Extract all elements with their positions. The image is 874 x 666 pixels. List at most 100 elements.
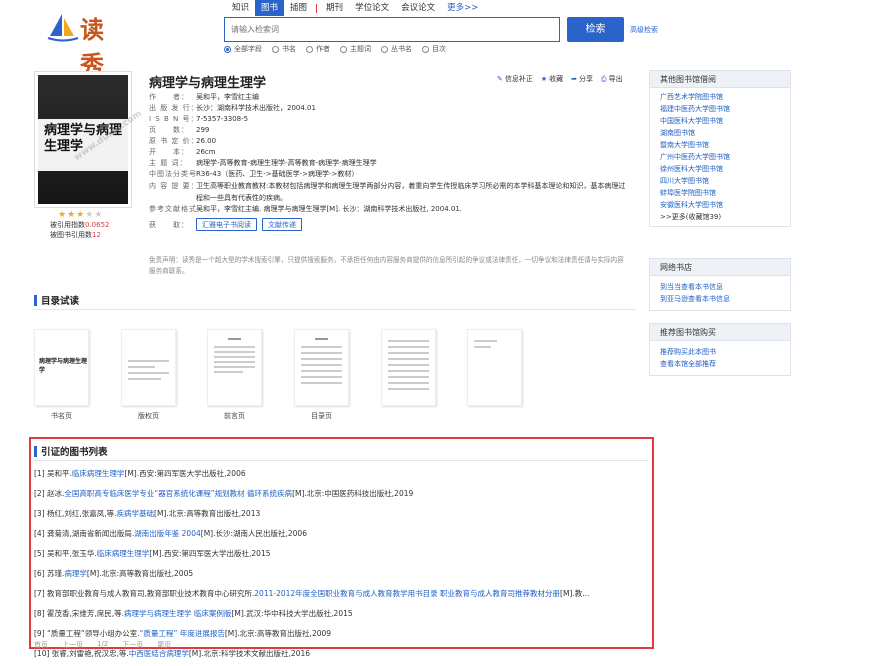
thumb-line [315, 338, 328, 340]
cited-book-title-link[interactable]: 2011-2012年度全国职业教育与成人教育教学用书目录 职业教育与成人教育司推… [254, 589, 560, 598]
prev-page-link[interactable]: 上一页 [62, 640, 83, 650]
thumb-line [301, 346, 342, 348]
library-link[interactable]: 福建中医药大学图书馆 [650, 103, 790, 115]
meta-label: 页 数： [149, 126, 189, 134]
export-button[interactable]: ⎙ 导出 [601, 74, 623, 84]
citation-index-value: 0.0652 [85, 221, 110, 229]
cited-book-title-link[interactable]: 中西医结合病理学 [129, 649, 189, 658]
library-link[interactable]: 安徽医科大学图书馆 [650, 199, 790, 211]
cited-book-title-link[interactable]: 临床病理生理学 [72, 469, 125, 478]
first-page-link[interactable]: 首页 [34, 640, 48, 650]
cited-book-item: [6] 苏瑾.病理学[M].北京:高等教育出版社,2005 [34, 566, 646, 586]
thumb-line [214, 361, 255, 363]
library-link[interactable]: 暨南大学图书馆 [650, 139, 790, 151]
thumb-line [301, 376, 342, 378]
toc-thumb-contents[interactable] [294, 329, 349, 406]
panel-heading: 网络书店 [650, 259, 790, 276]
thumb-line [214, 366, 255, 368]
meta-author: 作 者： 吴和平，李雪红主编 [149, 92, 629, 103]
toc-thumb-page6[interactable] [467, 329, 522, 406]
amazon-link[interactable]: 到亚马逊查看本书信息 [650, 293, 790, 305]
library-link[interactable]: 湖南图书馆 [650, 127, 790, 139]
toc-thumb-copyright[interactable] [121, 329, 176, 406]
rating-stars: ★ ★ ★ ★ ★ [58, 210, 102, 220]
search-button[interactable]: 检索 [567, 17, 624, 42]
recommend-buy-link[interactable]: 推荐购买此本图书 [650, 346, 790, 358]
search-input[interactable] [225, 18, 559, 41]
scope-author[interactable]: 作者 [306, 44, 330, 54]
edit-icon: ✎ [497, 75, 503, 83]
toc-thumb-title[interactable]: 病理学与病理生理学 [34, 329, 89, 406]
meta-format: 开 本： 26cm [149, 147, 629, 158]
cited-book-author: [7] 教育部职业教育与成人教育司,教育部职业技术教育中心研究所. [34, 589, 255, 598]
thumb-line [301, 364, 342, 366]
meta-value: 26cm [196, 148, 216, 156]
scope-series[interactable]: 丛书名 [381, 44, 412, 54]
dangdang-link[interactable]: 到当当查看本书信息 [650, 281, 790, 293]
library-link[interactable]: 四川大学图书馆 [650, 175, 790, 187]
thumb-line [214, 351, 255, 353]
library-link[interactable]: 中国医科大学图书馆 [650, 115, 790, 127]
thumb-line [388, 346, 429, 348]
tab-illustrations[interactable]: 插图 [284, 0, 313, 16]
library-link[interactable]: 蚌埠医学院图书馆 [650, 187, 790, 199]
toc-thumb-preface[interactable] [207, 329, 262, 406]
thumb-line [388, 364, 429, 366]
scope-all-fields[interactable]: 全部字段 [224, 44, 262, 54]
radio-icon [340, 45, 347, 53]
cited-book-title-link[interactable]: 病理学与病理生理学 临床案例版 [124, 609, 231, 618]
tab-knowledge[interactable]: 知识 [226, 0, 255, 16]
library-link[interactable]: 广州中医药大学图书馆 [650, 151, 790, 163]
scope-title[interactable]: 书名 [272, 44, 296, 54]
meta-label: 获 取： [149, 221, 189, 229]
cited-book-publisher: [M].北京:高等教育出版社,2013 [154, 509, 261, 518]
toc-label: 目录页 [311, 412, 332, 420]
cited-book-title-link[interactable]: 疾病学基础 [117, 509, 155, 518]
library-link[interactable]: 广西艺术学院图书馆 [650, 91, 790, 103]
tab-books[interactable]: 图书 [255, 0, 285, 16]
meta-label: 出 版 发 行： [149, 104, 196, 112]
read-ebook-button[interactable]: 汇雅电子书阅读 [196, 218, 257, 231]
scope-label: 目次 [432, 45, 446, 53]
cited-book-title-link[interactable]: 临床病理生理学 [97, 549, 150, 558]
cited-book-title-link[interactable]: 湖南出版年鉴 2004 [134, 529, 200, 538]
meta-classification: 中图法分类号：R36-43（医药、卫生->基础医学->病理学->教材） [149, 169, 629, 180]
author-link[interactable]: 吴和平，李雪红主编 [196, 92, 629, 103]
thumb-line [388, 376, 429, 378]
tab-more[interactable]: 更多>> [441, 0, 484, 16]
meta-value: 吴和平，李雪红主编. 病理学与病理生理学[M]. 长沙：湖南科学技术出版社, 2… [196, 205, 463, 213]
star-empty-icon: ★ [85, 210, 94, 220]
cited-book-author: [9] “质量工程”领导小组办公室. [34, 629, 140, 638]
correct-info-button[interactable]: ✎ 信息补正 [497, 74, 533, 84]
scope-contents[interactable]: 目次 [422, 44, 446, 54]
library-link[interactable]: 徐州医科大学图书馆 [650, 163, 790, 175]
tab-journals[interactable]: 期刊 [320, 0, 349, 16]
scope-label: 书名 [282, 45, 296, 53]
last-page-link[interactable]: 尾页 [157, 640, 171, 650]
cited-book-title-link[interactable]: 病理学 [64, 569, 87, 578]
nav-separator [316, 3, 318, 13]
book-cover[interactable]: 病理学与病理生理学 www.duxiu.com [34, 71, 144, 208]
meta-value: 7-5357-3308-5 [196, 115, 249, 123]
cited-book-title-link[interactable]: “质量工程” 年度进展报告 [140, 629, 225, 638]
cited-book-item: [8] 霍茂香,宋维芳,席民,等.病理学与病理生理学 临床案例版[M].武汉:华… [34, 606, 646, 626]
toc-thumb-page5[interactable] [381, 329, 436, 406]
tab-theses[interactable]: 学位论文 [349, 0, 395, 16]
view-recommendations-link[interactable]: 查看本馆全部推荐 [650, 358, 790, 370]
tab-conference[interactable]: 会议论文 [395, 0, 441, 16]
more-libraries-link[interactable]: >>更多(收藏馆39) [650, 211, 790, 223]
scope-label: 主题词 [350, 45, 371, 53]
cited-book-title-link[interactable]: 全国高职高专临床医学专业“器官系统化课程”规划教材 循环系统疾病 [64, 489, 292, 498]
share-button[interactable]: ➦ 分享 [571, 74, 593, 84]
cited-book-publisher: [M].教... [560, 589, 590, 598]
scope-subject[interactable]: 主题词 [340, 44, 371, 54]
logo[interactable]: 读秀 [46, 10, 124, 79]
favorite-button[interactable]: ★ 收藏 [541, 74, 563, 84]
next-page-link[interactable]: 下一页 [122, 640, 143, 650]
cited-book-publisher: [M].北京:科学技术文献出版社,2016 [188, 649, 311, 658]
toc-label: 前言页 [224, 412, 245, 420]
document-delivery-button[interactable]: 文献传递 [262, 218, 302, 231]
thumb-line [388, 388, 429, 390]
advanced-search-link[interactable]: 高级检索 [630, 25, 658, 35]
thumb-line [128, 372, 169, 374]
